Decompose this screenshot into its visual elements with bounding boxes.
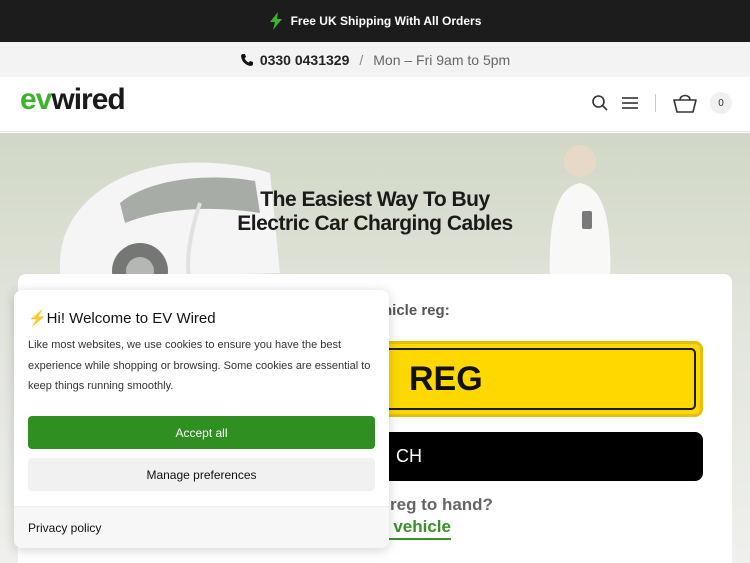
header-actions: 0 [591, 92, 732, 114]
site-logo[interactable]: evwired [20, 83, 126, 117]
site-header: evwired 0 [0, 77, 750, 132]
logo-ev: ev [20, 83, 52, 116]
vehicle-reg-prompt: hicle reg: [383, 302, 450, 319]
reg-plate-placeholder: REG [409, 360, 483, 398]
hero-title: The Easiest Way To Buy Electric Car Char… [0, 188, 750, 236]
privacy-policy-link[interactable]: Privacy policy [28, 521, 101, 535]
manage-preferences-button[interactable]: Manage preferences [28, 458, 375, 491]
accept-all-button[interactable]: Accept all [28, 416, 375, 449]
contact-separator: / [359, 51, 364, 68]
reg-plate-input[interactable]: REG [358, 341, 703, 417]
phone-number: 0330 0431329 [259, 51, 350, 68]
announcement-text: Free UK Shipping With All Orders [290, 14, 482, 28]
search-button[interactable]: CH [348, 432, 703, 481]
announcement-bar: Free UK Shipping With All Orders [0, 0, 750, 42]
lightning-icon [269, 12, 282, 30]
search-button-label: CH [396, 446, 422, 466]
hero-title-line1: The Easiest Way To Buy [260, 188, 490, 211]
phone-icon [240, 53, 253, 66]
cookie-footer: Privacy policy [14, 506, 389, 548]
menu-icon[interactable] [621, 95, 639, 111]
header-divider [655, 94, 656, 112]
hero-title-line2: Electric Car Charging Cables [237, 212, 513, 235]
cookie-title: ⚡Hi! Welcome to EV Wired [28, 310, 216, 327]
contact-bar: 0330 0431329 / Mon – Fri 9am to 5pm [0, 42, 750, 77]
cookie-banner: ⚡Hi! Welcome to EV Wired Like most websi… [14, 290, 389, 548]
cookie-body: Like most websites, we use cookies to en… [28, 339, 371, 392]
logo-wired: wired [51, 83, 125, 116]
basket-icon[interactable] [672, 92, 698, 114]
opening-hours: Mon – Fri 9am to 5pm [373, 51, 511, 68]
search-icon[interactable] [591, 94, 609, 112]
phone-link[interactable]: 0330 0431329 [240, 51, 350, 68]
cart-count-badge: 0 [710, 92, 732, 114]
choose-vehicle-link[interactable]: r vehicle [382, 517, 451, 540]
no-reg-text: reg to hand? [390, 495, 493, 514]
